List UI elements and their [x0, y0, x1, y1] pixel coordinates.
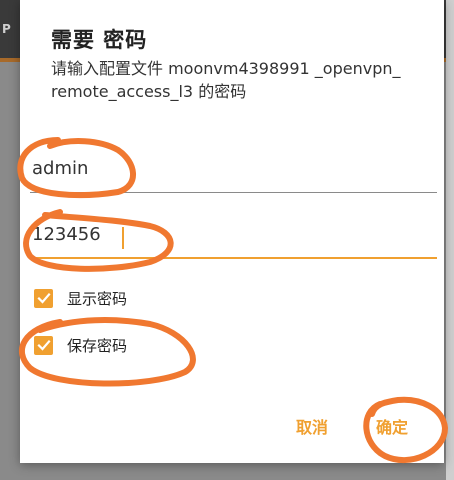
save-password-checkbox[interactable]: [34, 335, 53, 355]
password-dialog: 需要 密码 请输入配置文件 moonvm4398991 _openvpn_rem…: [20, 0, 444, 463]
checkmark-icon: [36, 292, 51, 304]
show-password-checkbox[interactable]: [34, 288, 53, 308]
dialog-message: 请输入配置文件 moonvm4398991 _openvpn_remote_ac…: [51, 59, 401, 101]
background-right-edge: [446, 0, 454, 480]
dialog-title: 需要 密码: [51, 28, 148, 52]
text-cursor: [122, 227, 124, 249]
show-password-checkbox-row[interactable]: 显示密码: [34, 286, 127, 310]
password-input[interactable]: [30, 219, 439, 249]
username-underline: [30, 192, 437, 193]
username-field[interactable]: [30, 153, 439, 193]
save-password-label: 保存密码: [67, 336, 128, 355]
password-field[interactable]: [30, 219, 439, 259]
save-password-checkbox-row[interactable]: 保存密码: [34, 333, 127, 357]
ok-button[interactable]: 确定: [370, 410, 414, 442]
password-underline: [30, 257, 437, 259]
username-input[interactable]: [30, 153, 439, 183]
checkmark-icon: [36, 339, 51, 351]
show-password-label: 显示密码: [67, 289, 128, 308]
background-app-title: P: [2, 22, 11, 36]
cancel-button[interactable]: 取消: [290, 410, 334, 442]
